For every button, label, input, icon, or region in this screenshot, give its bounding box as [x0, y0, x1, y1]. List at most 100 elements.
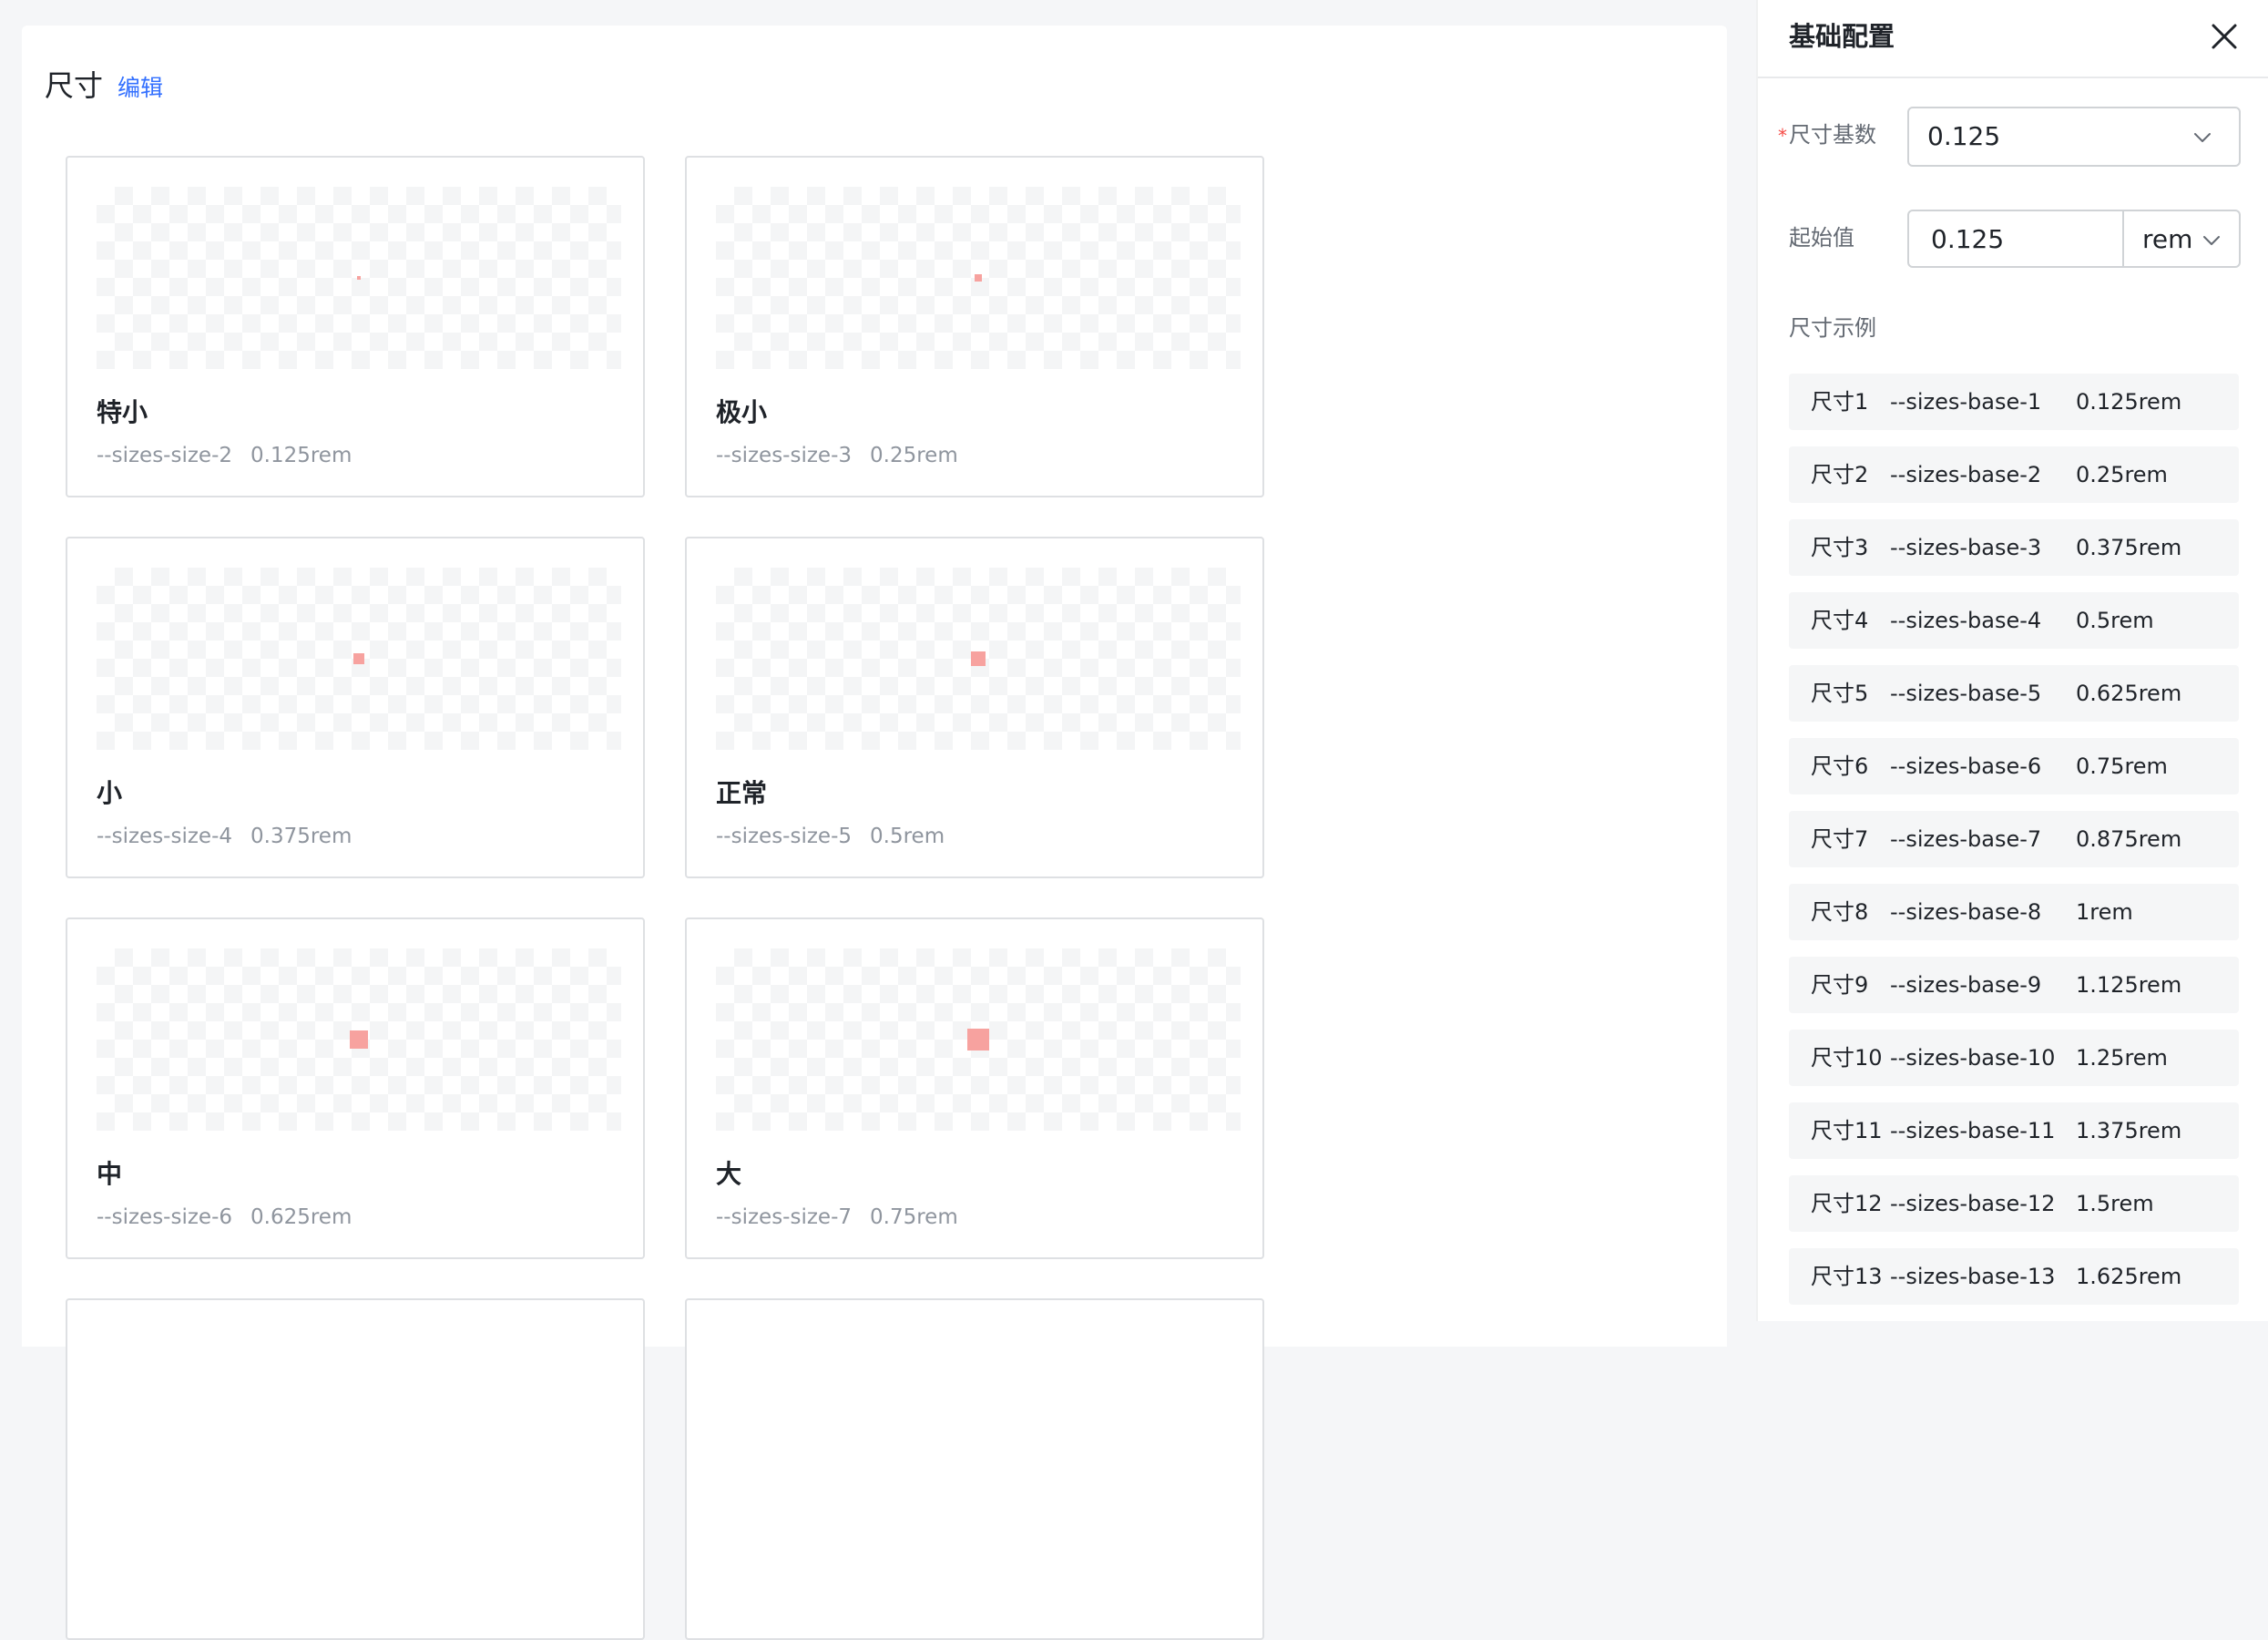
card-value: 0.375rem — [250, 825, 352, 848]
example-var: --sizes-base-10 — [1890, 1045, 2056, 1071]
size-swatch — [357, 276, 361, 280]
example-row: 尺寸10 --sizes-base-10 1.25rem — [1789, 1030, 2239, 1086]
size-swatch — [350, 1030, 368, 1049]
card-meta: --sizes-size-7 0.75rem — [716, 1204, 958, 1231]
example-row: 尺寸7 --sizes-base-7 0.875rem — [1789, 811, 2239, 867]
example-value: 0.5rem — [2076, 608, 2154, 633]
example-var: --sizes-base-7 — [1890, 826, 2042, 852]
size-card: 小 --sizes-size-4 0.375rem — [66, 537, 645, 878]
example-name: 尺寸5 — [1811, 681, 1869, 706]
example-name: 尺寸8 — [1811, 899, 1869, 925]
size-card: 极小 --sizes-size-3 0.25rem — [685, 156, 1264, 497]
example-value: 1.125rem — [2076, 972, 2182, 998]
checkerboard-preview — [716, 948, 1241, 1131]
card-var: --sizes-size-6 — [97, 1205, 233, 1229]
unit-select[interactable]: rem — [2124, 210, 2241, 268]
example-row: 尺寸4 --sizes-base-4 0.5rem — [1789, 592, 2239, 649]
example-value: 0.125rem — [2076, 389, 2182, 415]
section-title: 尺寸 — [45, 68, 104, 103]
example-name: 尺寸13 — [1811, 1264, 1883, 1289]
example-var: --sizes-base-3 — [1890, 535, 2042, 560]
close-icon[interactable] — [2208, 20, 2241, 53]
example-row: 尺寸8 --sizes-base-8 1rem — [1789, 884, 2239, 940]
card-var: --sizes-size-4 — [97, 825, 233, 848]
example-row: 尺寸9 --sizes-base-9 1.125rem — [1789, 957, 2239, 1013]
edit-link[interactable]: 编辑 — [117, 68, 163, 108]
card-meta: --sizes-size-6 0.625rem — [97, 1204, 352, 1231]
example-name: 尺寸9 — [1811, 972, 1869, 998]
example-name: 尺寸12 — [1811, 1191, 1883, 1216]
card-meta: --sizes-size-5 0.5rem — [716, 823, 945, 850]
example-row: 尺寸13 --sizes-base-13 1.625rem — [1789, 1248, 2239, 1305]
base-select[interactable]: 0.125 — [1907, 107, 2241, 167]
example-var: --sizes-base-6 — [1890, 753, 2042, 779]
card-name: 极小 — [716, 397, 768, 427]
example-var: --sizes-base-4 — [1890, 608, 2042, 633]
card-name: 大 — [716, 1159, 742, 1189]
card-name: 正常 — [716, 778, 768, 808]
chevron-down-icon — [2203, 236, 2220, 245]
size-card: 大 --sizes-size-7 0.75rem — [685, 917, 1264, 1259]
example-value: 0.25rem — [2076, 462, 2168, 487]
base-label-text: 尺寸基数 — [1789, 122, 1876, 148]
card-var: --sizes-size-3 — [716, 444, 853, 467]
size-swatch — [975, 274, 982, 282]
example-value: 1.5rem — [2076, 1191, 2154, 1216]
example-row: 尺寸1 --sizes-base-1 0.125rem — [1789, 374, 2239, 430]
size-card: 特小 --sizes-size-2 0.125rem — [66, 156, 645, 497]
example-name: 尺寸7 — [1811, 826, 1869, 852]
example-name: 尺寸10 — [1811, 1045, 1883, 1071]
base-label: *尺寸基数 — [1778, 120, 1876, 150]
example-row: 尺寸2 --sizes-base-2 0.25rem — [1789, 446, 2239, 503]
example-value: 0.75rem — [2076, 753, 2168, 779]
card-value: 0.5rem — [870, 825, 945, 848]
card-value: 0.25rem — [870, 444, 958, 467]
checkerboard-preview — [716, 568, 1241, 750]
example-name: 尺寸2 — [1811, 462, 1869, 487]
example-var: --sizes-base-2 — [1890, 462, 2042, 487]
example-name: 尺寸1 — [1811, 389, 1869, 415]
base-select-value: 0.125 — [1927, 121, 2001, 151]
config-panel: 基础配置 *尺寸基数 0.125 起始值 rem 尺寸示例 尺寸1 --size… — [1756, 0, 2268, 1321]
checkerboard-preview — [97, 568, 621, 750]
example-value: 0.875rem — [2076, 826, 2182, 852]
example-value: 1.25rem — [2076, 1045, 2168, 1071]
example-row: 尺寸3 --sizes-base-3 0.375rem — [1789, 519, 2239, 576]
size-card-partial — [685, 1298, 1264, 1640]
example-value: 0.375rem — [2076, 535, 2182, 560]
example-value: 1.625rem — [2076, 1264, 2182, 1289]
card-name: 特小 — [97, 397, 148, 427]
example-name: 尺寸6 — [1811, 753, 1869, 779]
checkerboard-preview — [97, 948, 621, 1131]
panel-header: 基础配置 — [1758, 0, 2268, 78]
size-swatch — [353, 653, 364, 664]
chevron-down-icon — [2194, 133, 2211, 142]
card-meta: --sizes-size-2 0.125rem — [97, 442, 352, 469]
example-row: 尺寸5 --sizes-base-5 0.625rem — [1789, 665, 2239, 722]
start-value-input[interactable] — [1907, 210, 2124, 268]
example-name: 尺寸3 — [1811, 535, 1869, 560]
card-meta: --sizes-size-4 0.375rem — [97, 823, 352, 850]
example-var: --sizes-base-13 — [1890, 1264, 2056, 1289]
size-swatch — [971, 651, 986, 666]
example-var: --sizes-base-5 — [1890, 681, 2042, 706]
example-value: 0.625rem — [2076, 681, 2182, 706]
card-var: --sizes-size-2 — [97, 444, 233, 467]
card-value: 0.75rem — [870, 1205, 958, 1229]
example-var: --sizes-base-1 — [1890, 389, 2042, 415]
example-name: 尺寸4 — [1811, 608, 1869, 633]
examples-label: 尺寸示例 — [1789, 315, 1876, 341]
size-card: 中 --sizes-size-6 0.625rem — [66, 917, 645, 1259]
example-row: 尺寸6 --sizes-base-6 0.75rem — [1789, 738, 2239, 794]
section-header: 尺寸 编辑 — [45, 66, 163, 108]
card-var: --sizes-size-5 — [716, 825, 853, 848]
example-var: --sizes-base-9 — [1890, 972, 2042, 998]
example-value: 1rem — [2076, 899, 2133, 925]
unit-select-value: rem — [2142, 224, 2193, 254]
panel-title: 基础配置 — [1789, 21, 1895, 52]
example-var: --sizes-base-12 — [1890, 1191, 2056, 1216]
checkerboard-preview — [97, 187, 621, 369]
card-name: 中 — [97, 1159, 123, 1189]
card-value: 0.125rem — [250, 444, 352, 467]
example-value: 1.375rem — [2076, 1118, 2182, 1143]
